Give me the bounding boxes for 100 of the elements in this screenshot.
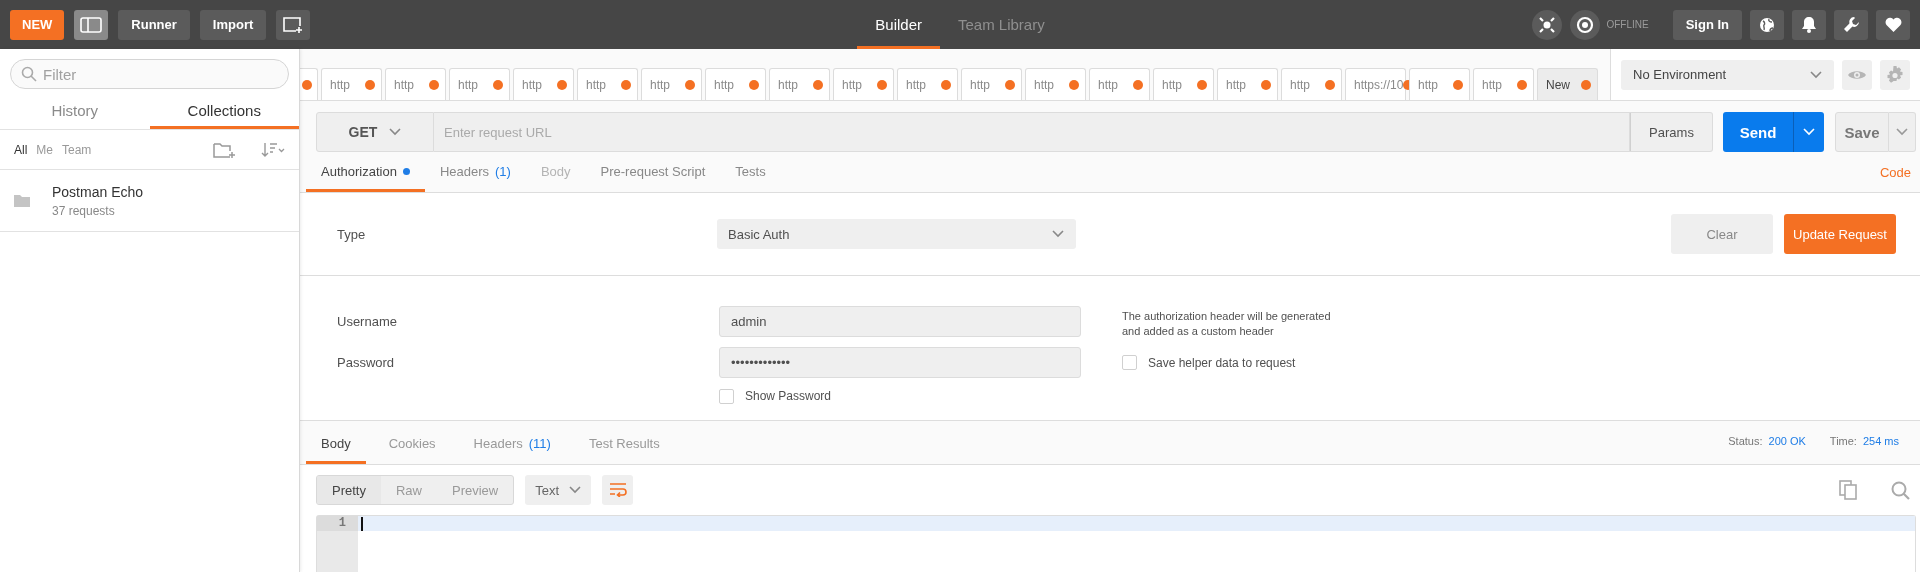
copy-icon[interactable] <box>1839 480 1857 500</box>
request-tab[interactable]: http <box>641 68 702 100</box>
nav-tab[interactable]: Team Library <box>940 0 1063 49</box>
caret-icon <box>1896 128 1908 136</box>
interceptor-button[interactable] <box>1532 9 1563 40</box>
username-field[interactable]: admin <box>719 306 1081 337</box>
time-label: Time: <box>1829 435 1857 447</box>
window-plus-icon <box>282 15 305 34</box>
view-mode-button[interactable]: Pretty <box>317 476 381 504</box>
bell-icon <box>1801 16 1817 33</box>
wrap-lines-button[interactable] <box>602 475 634 505</box>
request-tab[interactable]: http <box>1217 68 1278 100</box>
line-number: 1 <box>317 516 358 531</box>
request-tab[interactable]: https://10 <box>1345 68 1406 100</box>
folder-plus-icon[interactable] <box>213 140 237 159</box>
view-mode-button[interactable]: Raw <box>380 476 437 504</box>
checkbox-label: Save helper data to request <box>1148 355 1296 370</box>
status-value: 200 OK <box>1768 435 1806 447</box>
response-tab[interactable]: Test Results <box>573 436 675 464</box>
url-field[interactable]: Enter request URL <box>434 112 1630 152</box>
globe-button[interactable] <box>1750 9 1784 40</box>
sidebar-icon <box>80 16 103 33</box>
send-button[interactable]: Send <box>1723 112 1793 152</box>
environment-quick-look-button[interactable] <box>1842 59 1872 90</box>
request-tab[interactable]: http <box>769 68 830 100</box>
search-icon <box>21 66 37 82</box>
request-tab[interactable]: http <box>385 68 446 100</box>
chevron-down-icon <box>1052 230 1064 238</box>
code-link[interactable]: Code <box>1879 165 1920 192</box>
owner-filter[interactable]: Me <box>36 142 53 157</box>
eye-icon <box>1847 68 1867 81</box>
new-window-button[interactable] <box>276 9 311 40</box>
request-tab[interactable]: http <box>897 68 958 100</box>
request-section-tab[interactable]: Authorization <box>306 164 425 192</box>
format-dropdown[interactable]: Text <box>525 475 592 505</box>
code-editor[interactable]: 1 <box>316 515 1916 572</box>
field-label: Password <box>337 355 396 370</box>
request-tab[interactable]: New <box>1537 68 1598 100</box>
clear-button[interactable]: Clear <box>1671 214 1773 254</box>
request-tab[interactable]: http <box>577 68 638 100</box>
password-field[interactable]: ••••••••••••• <box>719 347 1081 378</box>
new-button[interactable]: NEW <box>10 9 65 40</box>
request-count: 37 requests <box>52 203 116 218</box>
save-button[interactable]: Save <box>1835 112 1889 152</box>
method-dropdown[interactable]: GET <box>316 112 434 152</box>
chevron-down-icon <box>1810 70 1822 79</box>
heart-button[interactable] <box>1876 9 1910 40</box>
request-tab[interactable]: http <box>1089 68 1150 100</box>
gear-icon <box>1886 65 1904 84</box>
request-section-tab[interactable]: Tests <box>720 164 781 192</box>
view-mode-button[interactable]: Preview <box>437 476 514 504</box>
response-tab[interactable]: Cookies <box>373 436 451 464</box>
globe-icon <box>1759 16 1775 33</box>
request-tab[interactable]: http <box>961 68 1022 100</box>
request-section-tab[interactable]: Headers (1) <box>424 164 526 192</box>
sidebar-toggle-button[interactable] <box>74 9 109 40</box>
settings-button[interactable] <box>1834 9 1868 40</box>
search-icon[interactable] <box>1891 480 1910 500</box>
response-tab[interactable]: Headers (11) <box>458 436 566 464</box>
sync-button[interactable] <box>1570 9 1601 40</box>
send-options-button[interactable] <box>1793 112 1824 152</box>
request-tab[interactable]: http <box>1281 68 1342 100</box>
sort-icon[interactable] <box>261 141 285 158</box>
request-tab[interactable]: http <box>321 68 382 100</box>
request-tab[interactable]: http <box>1409 68 1470 100</box>
auth-type-dropdown[interactable]: Basic Auth <box>717 219 1076 249</box>
update-request-button[interactable]: Update Request <box>1784 214 1896 254</box>
save-options-button[interactable] <box>1889 112 1916 152</box>
sign-in-button[interactable]: Sign In <box>1672 9 1742 40</box>
params-button[interactable]: Params <box>1630 112 1713 152</box>
folder-icon <box>14 194 30 207</box>
request-tab[interactable]: http <box>513 68 574 100</box>
wrap-icon <box>608 483 627 497</box>
field-label: Type <box>337 226 367 242</box>
owner-filter[interactable]: Team <box>62 142 92 157</box>
caret-icon <box>1803 128 1815 136</box>
field-label: Username <box>337 314 398 329</box>
request-section-tab[interactable]: Pre-request Script <box>585 164 721 192</box>
filter-field[interactable]: Filter <box>10 59 289 89</box>
request-tab[interactable]: http <box>1153 68 1214 100</box>
request-tab[interactable]: http <box>1025 68 1086 100</box>
sidebar-tab[interactable]: History <box>0 94 150 129</box>
notifications-button[interactable] <box>1792 9 1826 40</box>
collection-name[interactable]: Postman Echo <box>52 183 144 200</box>
request-tab[interactable]: http <box>449 68 510 100</box>
wrench-icon <box>1842 16 1860 33</box>
chevron-down-icon <box>569 486 582 494</box>
request-tab[interactable]: http <box>1473 68 1534 100</box>
import-button[interactable]: Import <box>199 9 267 40</box>
checkbox[interactable] <box>719 388 734 404</box>
sync-status: OFFLINE <box>1606 19 1649 30</box>
request-tab[interactable]: http <box>705 68 766 100</box>
text-cursor <box>361 516 363 531</box>
request-tab[interactable]: http <box>833 68 894 100</box>
environment-dropdown[interactable]: No Environment <box>1621 59 1834 90</box>
runner-button[interactable]: Runner <box>118 9 190 40</box>
owner-filter[interactable]: All <box>14 142 28 157</box>
request-tab[interactable] <box>300 68 318 100</box>
response-tab[interactable]: Body <box>306 436 366 464</box>
checkbox[interactable] <box>1122 355 1137 370</box>
